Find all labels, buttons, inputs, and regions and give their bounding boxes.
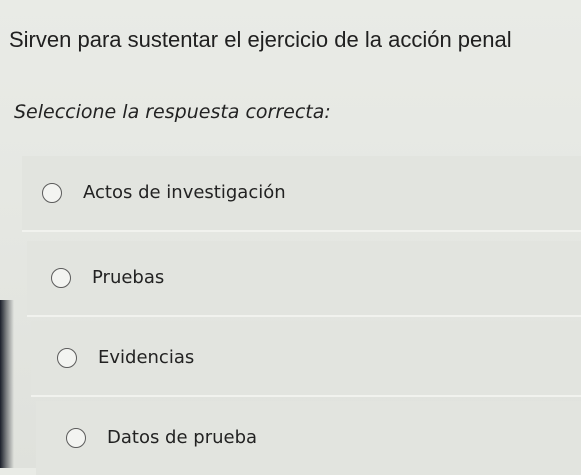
left-edge-shadow	[0, 300, 14, 468]
question-text: Sirven para sustentar el ejercicio de la…	[9, 27, 512, 52]
radio-circle-icon[interactable]	[66, 428, 86, 448]
instruction-text: Seleccione la respuesta correcta:	[14, 101, 331, 123]
radio-circle-icon[interactable]	[51, 268, 71, 288]
answer-option-1[interactable]: Actos de investigación	[22, 156, 581, 232]
answer-option-3[interactable]: Evidencias	[31, 321, 581, 397]
option-label: Actos de investigación	[83, 182, 286, 203]
radio-circle-icon[interactable]	[42, 183, 62, 203]
option-label: Evidencias	[98, 347, 195, 368]
radio-circle-icon[interactable]	[57, 348, 77, 368]
answer-option-4[interactable]: Datos de prueba	[36, 401, 581, 475]
answer-option-2[interactable]: Pruebas	[27, 241, 581, 317]
option-label: Pruebas	[92, 267, 165, 288]
option-label: Datos de prueba	[107, 427, 258, 448]
